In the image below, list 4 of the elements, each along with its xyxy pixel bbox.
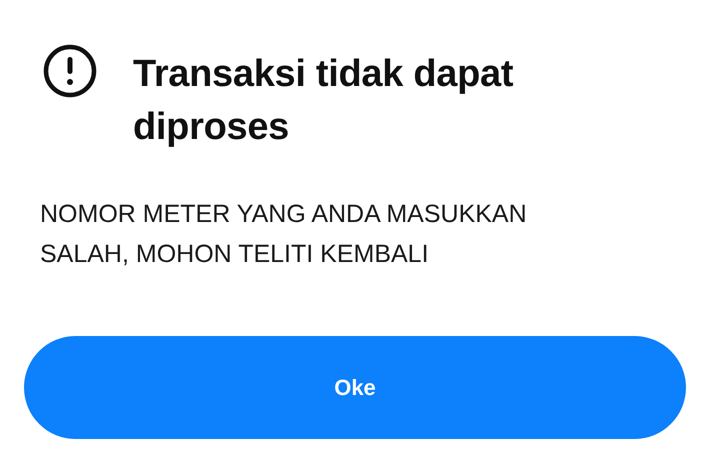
dialog-title: Transaksi tidak dapat diproses — [133, 52, 514, 150]
error-message: NOMOR METER YANG ANDA MASUKKAN SALAH, MOHON TELITI KEMBALI — [40, 199, 528, 270]
warning-icon — [43, 44, 97, 98]
ok-button[interactable]: Oke — [24, 336, 686, 439]
